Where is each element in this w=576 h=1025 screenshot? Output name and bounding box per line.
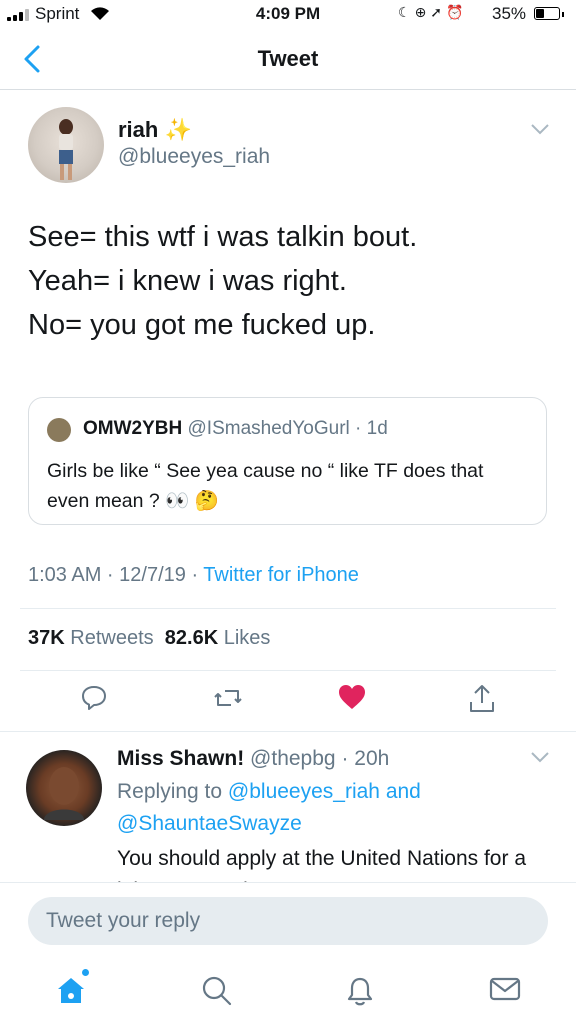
- notifications-icon[interactable]: [344, 975, 376, 1007]
- chevron-down-icon[interactable]: [530, 750, 550, 764]
- retweets-count: 37K: [28, 627, 65, 649]
- author-name[interactable]: riah ✨: [118, 117, 192, 143]
- quoted-handle: @ISmashedYoGurl: [187, 418, 350, 439]
- tweet-timestamp: 1:03 AM · 12/7/19 · Twitter for iPhone: [28, 564, 359, 587]
- nav-bar: Tweet: [0, 30, 576, 90]
- quoted-text: Girls be like “ See yea cause no “ like …: [47, 460, 484, 512]
- status-time: 4:09 PM: [255, 4, 321, 23]
- author-handle[interactable]: @blueeyes_riah: [118, 145, 270, 169]
- quoted-time: 1d: [366, 418, 388, 439]
- likes-stat[interactable]: 82.6K Likes: [165, 627, 271, 649]
- reply-author-name[interactable]: Miss Shawn!: [117, 747, 244, 770]
- reply-avatar[interactable]: [26, 750, 102, 826]
- replying-prefix: Replying to: [117, 780, 228, 803]
- divider: [0, 731, 576, 732]
- battery-percent: 35%: [492, 4, 527, 23]
- status-bar: Sprint 4:09 PM ☾⊕➚⏰ 35%: [0, 0, 576, 30]
- tweet-line: See= this wtf i was talkin bout.: [28, 221, 418, 253]
- likes-count: 82.6K: [164, 627, 219, 649]
- home-icon[interactable]: [55, 975, 87, 1005]
- engagement-stats: 37K Retweets 82.6K Likes: [28, 627, 270, 650]
- chevron-down-icon[interactable]: [530, 122, 550, 136]
- tweet-text: See= this wtf i was talkin bout. Yeah= i…: [28, 215, 548, 347]
- heart-icon[interactable]: [338, 684, 366, 710]
- battery-icon: [534, 7, 560, 20]
- divider: [20, 670, 556, 671]
- retweet-icon[interactable]: [213, 684, 243, 712]
- alarm-icon: ⏰: [446, 4, 468, 20]
- reply-text: You should apply at the United Nations f…: [117, 847, 526, 883]
- screen-rotation-lock-icon: ⊕: [414, 4, 431, 20]
- reply-icon[interactable]: [80, 684, 108, 712]
- divider: [20, 608, 556, 609]
- avatar[interactable]: [28, 107, 104, 183]
- tweet-source-link[interactable]: Twitter for iPhone: [203, 564, 359, 586]
- quoted-header: OMW2YBH @ISmashedYoGurl · 1d: [83, 418, 388, 439]
- share-icon[interactable]: [468, 684, 496, 714]
- mention-link[interactable]: @blueeyes_riah: [228, 780, 380, 803]
- retweets-stat[interactable]: 37K Retweets: [28, 627, 154, 649]
- bottom-bar: Tweet your reply: [0, 882, 576, 1025]
- moon-icon: ☾: [398, 4, 415, 20]
- search-icon[interactable]: [201, 975, 233, 1007]
- quoted-avatar: [47, 418, 71, 442]
- messages-icon[interactable]: [489, 975, 521, 1003]
- mention-link[interactable]: @ShauntaeSwayze: [117, 812, 302, 835]
- replying-and: and: [379, 780, 421, 803]
- sparkles-emoji: ✨: [164, 117, 192, 142]
- quoted-name: OMW2YBH: [83, 418, 183, 439]
- tweet-line: No= you got me fucked up.: [28, 309, 376, 341]
- page-title: Tweet: [257, 46, 319, 71]
- reply-header: Miss Shawn! @thepbg · 20h: [117, 747, 390, 770]
- status-icons: ☾⊕➚⏰: [398, 4, 467, 21]
- reply-handle[interactable]: @thepbg: [250, 747, 336, 770]
- reply-input[interactable]: Tweet your reply: [28, 897, 548, 945]
- location-icon: ➚: [430, 4, 447, 20]
- likes-label: Likes: [223, 627, 271, 649]
- retweets-label: Retweets: [70, 627, 154, 649]
- quoted-tweet[interactable]: OMW2YBH @ISmashedYoGurl · 1d Girls be li…: [28, 397, 547, 525]
- replying-to: Replying to @blueeyes_riah and @Shauntae…: [117, 776, 547, 840]
- author-name-text: riah: [118, 117, 159, 142]
- tweet-actions: [0, 680, 576, 720]
- tweet-line: Yeah= i knew i was right.: [28, 265, 347, 297]
- timestamp-text: 1:03 AM · 12/7/19 ·: [28, 564, 204, 586]
- reply-time: 20h: [354, 747, 390, 770]
